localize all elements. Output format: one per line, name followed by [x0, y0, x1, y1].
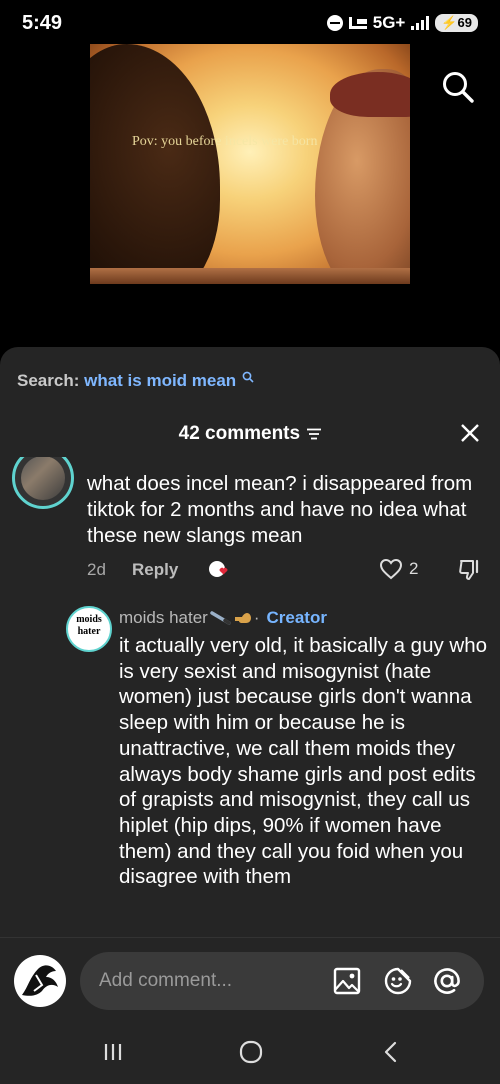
- status-icons: 5G+ ⚡69: [326, 13, 478, 33]
- reply-button[interactable]: Reply: [132, 560, 178, 580]
- liked-by-creator-icon: [209, 561, 228, 577]
- video-horizon: [90, 268, 410, 284]
- search-query-link[interactable]: what is moid mean: [84, 371, 236, 390]
- signal-icon: [411, 16, 430, 30]
- video-caption: Pov: you before incels were born: [132, 134, 318, 149]
- pointing-hand-emoji-icon: [234, 613, 251, 623]
- battery-indicator: ⚡69: [435, 14, 478, 32]
- filter-icon[interactable]: [307, 428, 322, 440]
- comments-header: 42 comments: [0, 423, 500, 447]
- back-icon[interactable]: [378, 1039, 404, 1065]
- recent-apps-icon[interactable]: [100, 1039, 126, 1065]
- commenter-avatar[interactable]: [12, 457, 74, 509]
- video-player[interactable]: Pov: you before incels were born: [90, 44, 410, 284]
- home-icon[interactable]: [238, 1039, 264, 1065]
- related-search[interactable]: Search: what is moid mean: [17, 371, 254, 391]
- status-time: 5:49: [22, 12, 63, 34]
- status-bar: 5:49 5G+ ⚡69: [0, 0, 500, 48]
- add-comment-placeholder: Add comment...: [99, 970, 233, 991]
- do-not-disturb-icon: [326, 15, 343, 31]
- system-nav-bar: [0, 1019, 500, 1084]
- sleep-mode-icon: [348, 17, 367, 29]
- comment-age: 2d: [87, 560, 106, 579]
- emoji-icon[interactable]: [383, 966, 413, 996]
- comment-input-bar: Add comment...: [0, 937, 500, 1019]
- add-comment-input[interactable]: Add comment...: [80, 952, 484, 1010]
- reply-username-row: moids hater · Creator: [119, 608, 327, 628]
- network-type: 5G+: [372, 13, 406, 32]
- video-person-left: [90, 44, 220, 284]
- creator-avatar-text: moids hater: [76, 614, 102, 637]
- heart-icon: [379, 558, 403, 580]
- video-hat: [330, 72, 410, 117]
- role-separator: ·: [253, 608, 260, 627]
- creator-avatar[interactable]: moids hater: [66, 606, 112, 652]
- dislike-icon[interactable]: [457, 558, 481, 582]
- mention-icon[interactable]: [432, 966, 462, 996]
- search-small-icon: [242, 371, 254, 383]
- search-icon[interactable]: [441, 70, 475, 104]
- comments-count: 42 comments: [178, 423, 301, 444]
- reply-username[interactable]: moids hater: [119, 608, 208, 628]
- like-button[interactable]: 2: [379, 558, 418, 580]
- image-icon[interactable]: [332, 966, 362, 996]
- search-label: Search:: [17, 371, 80, 390]
- reply-text: it actually very old, it basically a guy…: [119, 634, 488, 889]
- close-icon[interactable]: [460, 423, 480, 443]
- battery-level: 69: [457, 15, 472, 30]
- my-avatar: [14, 955, 66, 1007]
- like-count: 2: [409, 559, 419, 578]
- creator-badge: Creator: [266, 608, 327, 627]
- pen-emoji-icon: [210, 611, 231, 625]
- comment-meta: 2d Reply 2: [87, 558, 487, 582]
- comment-text: what does incel mean? i disappeared from…: [87, 472, 473, 547]
- comment-list[interactable]: what does incel mean? i disappeared from…: [0, 457, 500, 937]
